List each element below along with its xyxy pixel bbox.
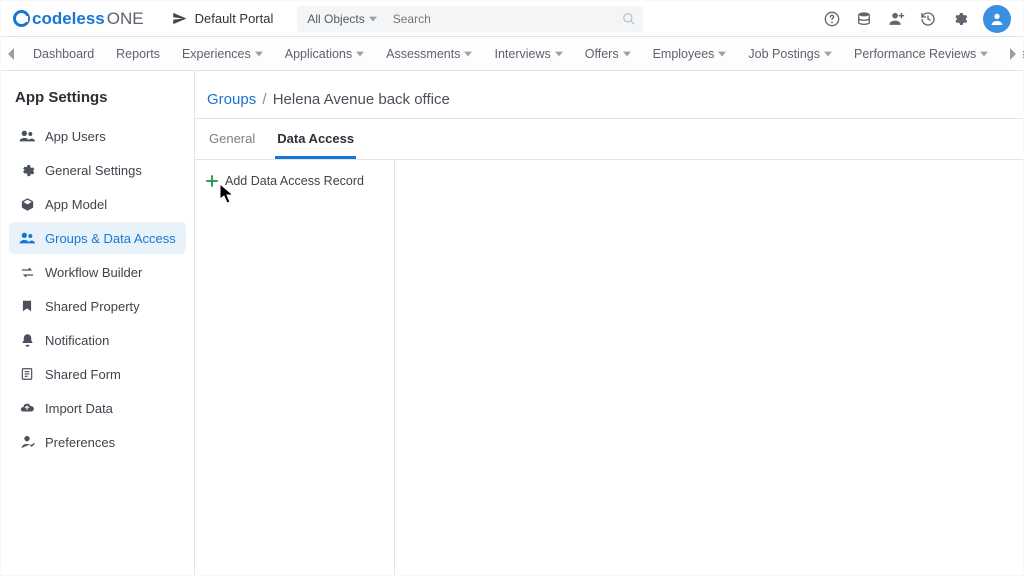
- content-area: Groups / Helena Avenue back office Gener…: [195, 71, 1023, 575]
- sidebar-item-workflow-builder[interactable]: Workflow Builder: [9, 256, 186, 288]
- sidebar-item-label: Shared Property: [45, 299, 140, 314]
- avatar-user-icon: [989, 11, 1005, 27]
- nav-item-interviews[interactable]: Interviews: [488, 43, 568, 65]
- tabs: General Data Access: [195, 119, 1023, 160]
- sidebar-item-shared-property[interactable]: Shared Property: [9, 290, 186, 322]
- nav-item-offers[interactable]: Offers: [579, 43, 637, 65]
- caret-down-icon: [255, 50, 263, 58]
- search-filter-label: All Objects: [307, 12, 364, 26]
- caret-down-icon: [718, 50, 726, 58]
- brand-thin: ONE: [107, 9, 144, 29]
- sidebar-item-shared-form[interactable]: Shared Form: [9, 358, 186, 390]
- caret-down-icon: [623, 50, 631, 58]
- sidebar-item-label: Import Data: [45, 401, 113, 416]
- sidebar-item-label: Preferences: [45, 435, 115, 450]
- panel-right-column: [395, 160, 1023, 575]
- database-icon: [856, 11, 872, 27]
- sidebar-item-label: Notification: [45, 333, 109, 348]
- history-icon: [920, 11, 936, 27]
- add-record-label: Add Data Access Record: [225, 174, 364, 188]
- chevron-right-icon: [1009, 48, 1017, 60]
- main-nav: Dashboard Reports Experiences Applicatio…: [1, 37, 1023, 71]
- nav-item-performance-reviews[interactable]: Performance Reviews: [848, 43, 994, 65]
- caret-down-icon: [824, 50, 832, 58]
- sidebar-item-label: Groups & Data Access: [45, 231, 176, 246]
- nav-item-experiences[interactable]: Experiences: [176, 43, 269, 65]
- breadcrumb: Groups / Helena Avenue back office: [195, 77, 1023, 118]
- gear-icon: [952, 11, 968, 27]
- brand-bold: codeless: [32, 9, 105, 29]
- nav-scroll-right[interactable]: [1003, 37, 1023, 70]
- search-button[interactable]: [615, 6, 643, 32]
- cube-icon: [19, 196, 35, 212]
- swap-icon: [19, 264, 35, 280]
- group-icon: [19, 230, 35, 246]
- breadcrumb-current: Helena Avenue back office: [273, 91, 450, 108]
- caret-down-icon: [980, 50, 988, 58]
- nav-item-dashboard[interactable]: Dashboard: [27, 43, 100, 65]
- send-icon: [172, 11, 187, 26]
- sidebar-item-label: App Model: [45, 197, 107, 212]
- sidebar-item-groups-data-access[interactable]: Groups & Data Access: [9, 222, 186, 254]
- panel: Add Data Access Record: [195, 160, 1023, 575]
- add-data-access-record-button[interactable]: Add Data Access Record: [205, 174, 384, 188]
- sidebar-item-label: App Users: [45, 129, 106, 144]
- sidebar-item-notification[interactable]: Notification: [9, 324, 186, 356]
- sidebar-item-import-data[interactable]: Import Data: [9, 392, 186, 424]
- help-button[interactable]: [823, 10, 841, 28]
- brand-logo[interactable]: codelessONE: [13, 9, 144, 29]
- nav-scroll-left[interactable]: [1, 37, 21, 70]
- sidebar-item-general-settings[interactable]: General Settings: [9, 154, 186, 186]
- search-box: All Objects: [297, 6, 642, 32]
- brand-mark-icon: [13, 10, 30, 27]
- tab-general[interactable]: General: [207, 119, 257, 159]
- nav-item-employees[interactable]: Employees: [647, 43, 733, 65]
- search-filter-select[interactable]: All Objects: [297, 12, 384, 26]
- nav-item-job-postings[interactable]: Job Postings: [742, 43, 838, 65]
- sidebar-item-app-model[interactable]: App Model: [9, 188, 186, 220]
- user-plus-icon: [888, 10, 905, 27]
- add-user-button[interactable]: [887, 10, 905, 28]
- bell-icon: [19, 332, 35, 348]
- tab-data-access[interactable]: Data Access: [275, 119, 356, 159]
- portal-name: Default Portal: [195, 11, 274, 26]
- sidebar-item-app-users[interactable]: App Users: [9, 120, 186, 152]
- gear-icon: [19, 162, 35, 178]
- caret-down-icon: [555, 50, 563, 58]
- breadcrumb-root-link[interactable]: Groups: [207, 91, 256, 108]
- bookmark-icon: [19, 298, 35, 314]
- caret-down-icon: [464, 50, 472, 58]
- portal-selector[interactable]: Default Portal: [172, 11, 274, 26]
- settings-button[interactable]: [951, 10, 969, 28]
- avatar-button[interactable]: [983, 5, 1011, 33]
- sidebar-item-label: Shared Form: [45, 367, 121, 382]
- caret-down-icon: [369, 15, 377, 23]
- panel-left-column: Add Data Access Record: [195, 160, 395, 575]
- nav-item-reports[interactable]: Reports: [110, 43, 166, 65]
- sidebar-item-label: Workflow Builder: [45, 265, 142, 280]
- chevron-left-icon: [7, 48, 15, 60]
- breadcrumb-separator: /: [262, 91, 266, 108]
- users-icon: [19, 128, 35, 144]
- history-button[interactable]: [919, 10, 937, 28]
- preferences-icon: [19, 434, 35, 450]
- form-icon: [19, 366, 35, 382]
- plus-icon: [205, 174, 219, 188]
- search-icon: [622, 12, 636, 26]
- sidebar-title: App Settings: [9, 89, 186, 120]
- help-icon: [824, 11, 840, 27]
- cloud-upload-icon: [19, 400, 35, 416]
- sidebar: App Settings App Users General Settings …: [1, 71, 195, 575]
- database-button[interactable]: [855, 10, 873, 28]
- caret-down-icon: [356, 50, 364, 58]
- sidebar-item-label: General Settings: [45, 163, 142, 178]
- search-input[interactable]: [385, 6, 615, 32]
- sidebar-item-preferences[interactable]: Preferences: [9, 426, 186, 458]
- nav-item-assessments[interactable]: Assessments: [380, 43, 478, 65]
- nav-item-applications[interactable]: Applications: [279, 43, 370, 65]
